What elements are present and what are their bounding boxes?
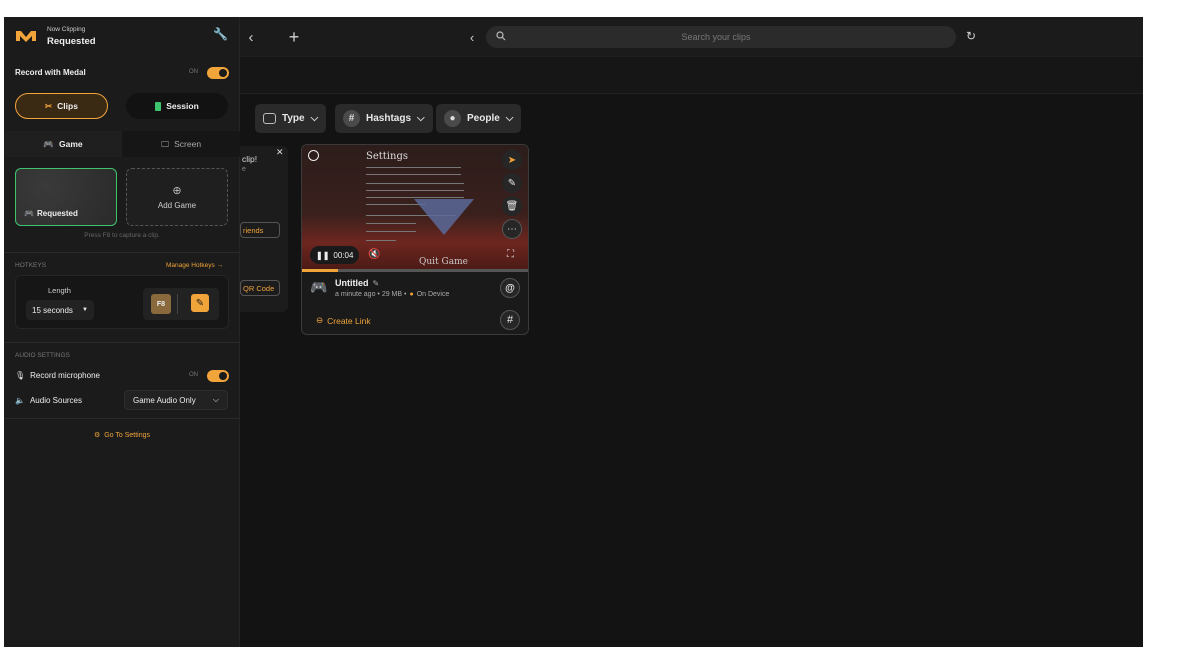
hotkeys-heading: HOTKEYS: [15, 262, 47, 269]
edit-icon[interactable]: ✎: [502, 173, 522, 193]
plus-icon[interactable]: +: [284, 26, 304, 48]
person-icon: ●: [444, 110, 461, 127]
gamepad-icon: 🎮: [310, 279, 328, 295]
audio-settings-heading: AUDIO SETTINGS: [15, 352, 70, 359]
hashtag-icon: #: [343, 110, 360, 127]
clip-progress-bar[interactable]: [302, 269, 528, 272]
back-icon[interactable]: ‹: [245, 27, 257, 47]
mic-toggle-state: ON: [189, 372, 198, 378]
filter-type-chip[interactable]: Type ⌵: [255, 104, 327, 133]
gamepad-icon: 🎮: [24, 209, 34, 218]
filter-people-chip[interactable]: ● People ⌵: [436, 104, 522, 133]
record-with-medal-label: Record with Medal: [15, 68, 86, 77]
scissors-icon: ✂: [45, 100, 53, 111]
filter-hashtags-label: Hashtags: [366, 113, 412, 124]
go-to-settings-link[interactable]: ⚙ Go To Settings: [4, 431, 240, 440]
select-checkbox[interactable]: [308, 150, 319, 161]
more-icon[interactable]: ⋯: [502, 219, 522, 239]
sub-header-bar: [240, 57, 1143, 94]
record-toggle-state: ON: [189, 69, 198, 75]
game-card-label: Requested: [36, 209, 78, 218]
chevron-down-icon: ⌵: [417, 113, 425, 124]
play-time-pill[interactable]: ❚❚ 00:04: [310, 246, 360, 264]
speaker-icon: 🔈: [15, 396, 25, 405]
clip-title[interactable]: Untitled: [335, 278, 369, 288]
share-icon[interactable]: ➤: [502, 150, 522, 170]
hashtag-icon[interactable]: #: [500, 310, 520, 330]
audio-sources-label: Audio Sources: [29, 396, 82, 405]
manage-hotkeys-link[interactable]: Manage Hotkeys →: [166, 262, 223, 269]
plus-circle-icon: ⊕: [172, 185, 182, 197]
clip-thumbnail[interactable]: Settings Quit Game ➤ ✎ 🗑 ⋯ ❚❚ 00:04 🔇 ⛶: [302, 145, 528, 270]
search-icon: [496, 31, 506, 43]
clip-card[interactable]: Settings Quit Game ➤ ✎ 🗑 ⋯ ❚❚ 00:04 🔇 ⛶: [301, 144, 529, 335]
gear-icon: ⚙: [93, 432, 101, 439]
record-with-medal-toggle[interactable]: [207, 67, 229, 79]
search-input[interactable]: Search your clips: [506, 32, 926, 42]
medal-app-window: ‹ + ‹ Search your clips ↻ Type ⌵ # Hasht…: [4, 17, 1143, 647]
session-icon: [155, 101, 162, 111]
thumbnail-quit-text: Quit Game: [419, 257, 468, 267]
gamepad-icon: 🎮: [43, 138, 54, 149]
add-game-button[interactable]: ⊕ Add Game: [126, 168, 228, 226]
pencil-icon[interactable]: ✎: [191, 294, 209, 312]
tab-game[interactable]: 🎮 Game: [4, 131, 122, 157]
thumbnail-settings-title: Settings: [366, 151, 408, 162]
chevron-down-icon: ⌵: [212, 395, 219, 404]
chevron-down-icon: ⌵: [310, 113, 319, 124]
audio-sources-select[interactable]: Game Audio Only ⌵: [124, 390, 228, 410]
clips-mode-button[interactable]: ✂ Clips: [15, 93, 108, 119]
monitor-icon: 🖵: [160, 138, 170, 149]
record-microphone-label: Record microphone: [30, 371, 100, 380]
capture-hint: Press F8 to capture a clip.: [84, 232, 160, 239]
game-card-requested[interactable]: 🎮 Requested: [15, 168, 117, 226]
popover-text: clip!: [242, 154, 258, 164]
trash-icon[interactable]: 🗑: [502, 196, 522, 216]
fullscreen-icon[interactable]: ⛶: [507, 249, 514, 260]
wrench-icon[interactable]: 🔧: [213, 27, 228, 41]
now-clipping-label: Now Clipping: [47, 26, 86, 33]
hotkey-key: F8: [151, 294, 171, 314]
pencil-icon[interactable]: ✎: [373, 279, 380, 288]
clip-location: On Device: [416, 291, 450, 298]
clip-meta: a minute ago • 29 MB •: [335, 291, 407, 298]
refresh-icon[interactable]: ↻: [963, 28, 979, 44]
at-icon[interactable]: @: [500, 278, 520, 298]
invite-friends-button[interactable]: riends: [240, 222, 280, 238]
popover-subtext: e: [242, 166, 246, 173]
capture-settings-panel: Now Clipping Requested 🔧 Record with Med…: [4, 17, 240, 647]
microphone-icon: 🎙: [15, 371, 26, 380]
tab-screen[interactable]: 🖵 Screen: [122, 131, 240, 157]
qr-code-button[interactable]: QR Code: [240, 280, 280, 296]
filter-type-label: Type: [282, 113, 305, 124]
medal-logo-icon: [15, 29, 37, 48]
chevron-down-icon: ⌵: [505, 113, 514, 124]
length-select[interactable]: 15 seconds ▼: [26, 300, 94, 320]
device-icon: ●: [409, 291, 414, 298]
chevron-down-icon: ▼: [82, 307, 88, 313]
hotkey-display: F8 ✎: [143, 288, 219, 320]
record-microphone-toggle[interactable]: [207, 370, 229, 382]
link-icon: ⊖: [316, 315, 324, 325]
session-mode-button[interactable]: Session: [126, 93, 228, 119]
filter-people-label: People: [467, 113, 500, 124]
length-label: Length: [48, 286, 71, 295]
filter-hashtags-chip[interactable]: # Hashtags ⌵: [335, 104, 433, 133]
pause-icon[interactable]: ❚❚: [316, 251, 329, 260]
search-back-icon[interactable]: ‹: [466, 27, 478, 47]
close-icon[interactable]: ✕: [276, 147, 284, 158]
create-link-button[interactable]: ⊖ Create Link: [316, 315, 371, 326]
mute-icon[interactable]: 🔇: [368, 249, 380, 260]
hotkey-box: Length 15 seconds ▼ F8 ✎: [15, 275, 229, 329]
search-bar[interactable]: Search your clips: [486, 26, 956, 48]
image-icon: [263, 113, 276, 124]
clipping-status: Requested: [47, 36, 96, 47]
clip-time: 00:04: [333, 250, 354, 260]
